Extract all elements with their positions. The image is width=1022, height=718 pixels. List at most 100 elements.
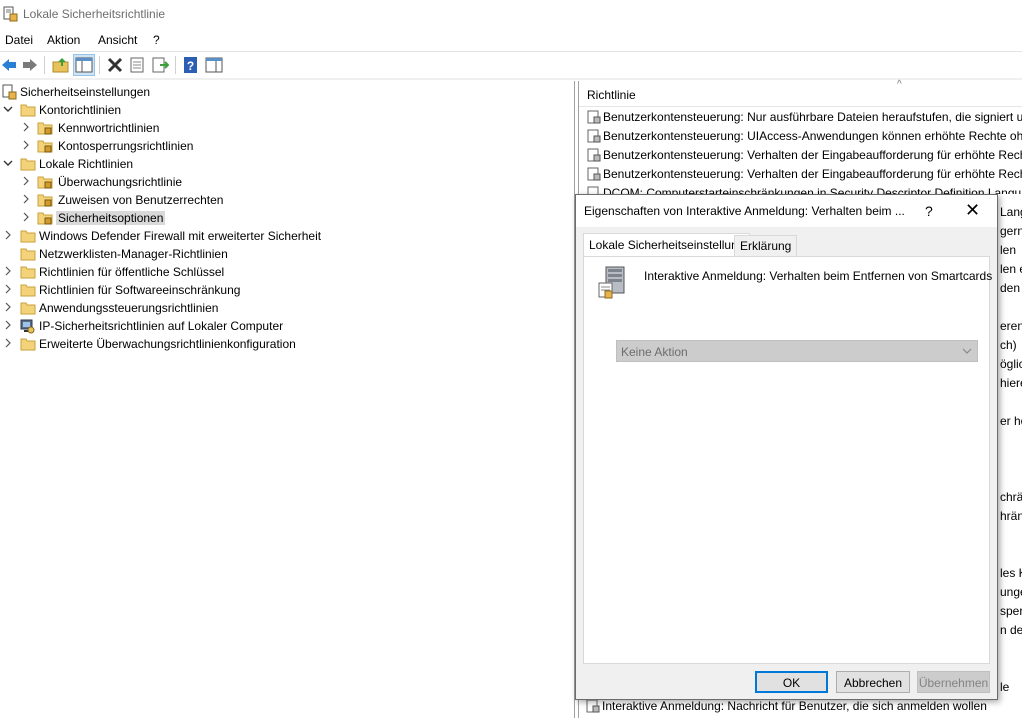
tree-item-softwareeinschraenkung[interactable]: Richtlinien für Softwareeinschränkung [0, 281, 575, 299]
delete-icon[interactable] [106, 56, 124, 74]
tree-item-zuweisen-von-benutzerrechten[interactable]: Zuweisen von Benutzerrechten [0, 191, 575, 209]
up-folder-icon[interactable] [52, 56, 70, 74]
ok-button[interactable]: OK [755, 671, 828, 693]
list-column-header[interactable]: ^ Richtlinie [579, 79, 1022, 107]
export-list-icon[interactable] [151, 56, 169, 74]
list-row-fragment: gern [1000, 224, 1022, 238]
list-row-fragment: chrä [1000, 490, 1022, 504]
list-row-fragment: unge [1000, 585, 1022, 599]
show-hide-action-pane-icon[interactable] [205, 56, 223, 74]
tree-item-ueberwachungsrichtlinie[interactable]: Überwachungsrichtlinie [0, 173, 575, 191]
folder-icon [20, 230, 36, 243]
toolbar-separator [99, 56, 100, 74]
list-item[interactable]: Benutzerkontensteuerung: Verhalten der E… [587, 146, 1022, 165]
chevron-down-icon[interactable] [3, 158, 13, 168]
tree-item-label-selected: Sicherheitsoptionen [56, 211, 166, 225]
tree-item-label: Zuweisen von Benutzerrechten [58, 193, 224, 207]
list-row-fragment: hieren [1000, 376, 1022, 390]
policy-item-icon [587, 129, 601, 143]
list-row-fragment: ch) [1000, 338, 1017, 352]
list-item-label: Interaktive Anmeldung: Nachricht für Ben… [602, 699, 987, 713]
tree-item-label: Kontosperrungsrichtlinien [58, 139, 194, 153]
list-item[interactable]: Benutzerkontensteuerung: Verhalten der E… [587, 165, 1022, 184]
chevron-right-icon[interactable] [21, 140, 31, 150]
menu-aktion[interactable]: Aktion [47, 33, 80, 47]
forward-arrow-icon[interactable] [21, 56, 39, 74]
toolbar-separator [44, 56, 45, 74]
tree-item-netzwerklisten-manager[interactable]: Netzwerklisten-Manager-Richtlinien [0, 245, 575, 263]
chevron-right-icon[interactable] [3, 284, 13, 294]
tree-item-erweiterte-ueberwachung[interactable]: Erweiterte Überwachungsrichtlinienkonfig… [0, 335, 575, 353]
tree-item-label: Kennwortrichtlinien [58, 121, 160, 135]
chevron-right-icon[interactable] [21, 122, 31, 132]
tree-item-label: Lokale Richtlinien [39, 157, 134, 171]
list-row-fragment: eren [1000, 319, 1022, 333]
tree-item-label: Überwachungsrichtlinie [58, 175, 183, 189]
close-icon[interactable]: ✕ [965, 200, 980, 221]
column-header-richtlinie[interactable]: Richtlinie [587, 88, 636, 102]
ip-security-icon [20, 319, 35, 334]
policy-folder-icon [37, 140, 53, 153]
menu-help[interactable]: ? [153, 33, 160, 47]
tree-item-kontorichtlinien[interactable]: Kontorichtlinien [0, 101, 575, 119]
tree-item-oeffentliche-schluessel[interactable]: Richtlinien für öffentliche Schlüssel [0, 263, 575, 281]
list-row-fragment: hrän [1000, 509, 1022, 523]
folder-icon [20, 338, 36, 351]
menu-ansicht[interactable]: Ansicht [98, 33, 137, 47]
tree-item-sicherheitsoptionen[interactable]: Sicherheitsoptionen [0, 209, 575, 227]
chevron-right-icon[interactable] [21, 194, 31, 204]
policy-item-icon [586, 699, 600, 713]
list-item-label: DCOM: Computerstarteinschränkungen in Se… [603, 186, 1022, 194]
tree-root[interactable]: Sicherheitseinstellungen [0, 83, 575, 101]
action-dropdown[interactable]: Keine Aktion [616, 340, 978, 362]
list-row-fragment: Lang [1000, 205, 1022, 219]
tree-item-kennwortrichtlinien[interactable]: Kennwortrichtlinien [0, 119, 575, 137]
chevron-right-icon[interactable] [21, 176, 31, 186]
list-item[interactable]: DCOM: Computerstarteinschränkungen in Se… [587, 184, 1022, 194]
list-row-fragment: n der [1000, 623, 1022, 637]
list-item-label: Benutzerkontensteuerung: Nur ausführbare… [603, 110, 1022, 124]
chevron-right-icon[interactable] [21, 212, 31, 222]
dialog-title-bar[interactable]: Eigenschaften von Interaktive Anmeldung:… [576, 195, 997, 227]
tree-item-kontosperrungsrichtlinien[interactable]: Kontosperrungsrichtlinien [0, 137, 575, 155]
cancel-button[interactable]: Abbrechen [836, 671, 910, 693]
list-row-fragment: les Ko [1000, 566, 1022, 580]
list-row-fragment: öglic [1000, 357, 1022, 371]
tab-panel: Interaktive Anmeldung: Verhalten beim En… [583, 256, 992, 664]
help-icon[interactable]: ? [182, 56, 200, 74]
menu-datei[interactable]: Datei [5, 33, 33, 47]
chevron-right-icon[interactable] [3, 320, 13, 330]
tree-item-label: Anwendungssteuerungsrichtlinien [39, 301, 219, 315]
policy-folder-icon [37, 212, 53, 225]
tab-erklaerung[interactable]: Erklärung [734, 235, 798, 257]
chevron-right-icon[interactable] [3, 266, 13, 276]
tree-item-windows-defender-firewall[interactable]: Windows Defender Firewall mit erweiterte… [0, 227, 575, 245]
tree-item-lokale-richtlinien[interactable]: Lokale Richtlinien [0, 155, 575, 173]
list-row-fragment: len [1000, 243, 1017, 257]
list-row-fragment: le [1000, 680, 1010, 694]
show-hide-tree-icon[interactable] [75, 56, 93, 74]
list-item[interactable]: Benutzerkontensteuerung: Nur ausführbare… [587, 108, 1022, 127]
folder-icon [20, 266, 36, 279]
list-row-fragment: sperr [1000, 604, 1022, 618]
list-item[interactable]: Benutzerkontensteuerung: UIAccess-Anwend… [587, 127, 1022, 146]
chevron-right-icon[interactable] [3, 302, 13, 312]
dropdown-value: Keine Aktion [621, 345, 688, 359]
security-policy-app-icon [3, 6, 18, 22]
chevron-right-icon[interactable] [3, 230, 13, 240]
toolbar-separator [175, 56, 176, 74]
chevron-down-icon[interactable] [3, 104, 13, 114]
tab-lokale-sicherheitseinstellung[interactable]: Lokale Sicherheitseinstellung [583, 233, 751, 256]
back-arrow-icon[interactable] [0, 56, 18, 74]
tree-item-label: Windows Defender Firewall mit erweiterte… [39, 229, 322, 243]
help-question-icon[interactable]: ? [925, 203, 933, 219]
apply-button[interactable]: Übernehmen [917, 671, 990, 693]
list-row-fragment: den A [1000, 281, 1022, 295]
policy-folder-icon [37, 176, 53, 189]
tree-item-ip-sicherheitsrichtlinien[interactable]: IP-Sicherheitsrichtlinien auf Lokaler Co… [0, 317, 575, 335]
chevron-right-icon[interactable] [3, 338, 13, 348]
tree-item-anwendungssteuerung[interactable]: Anwendungssteuerungsrichtlinien [0, 299, 575, 317]
tree-item-label: Richtlinien für öffentliche Schlüssel [39, 265, 225, 279]
properties-icon[interactable] [128, 56, 146, 74]
folder-icon [20, 302, 36, 315]
